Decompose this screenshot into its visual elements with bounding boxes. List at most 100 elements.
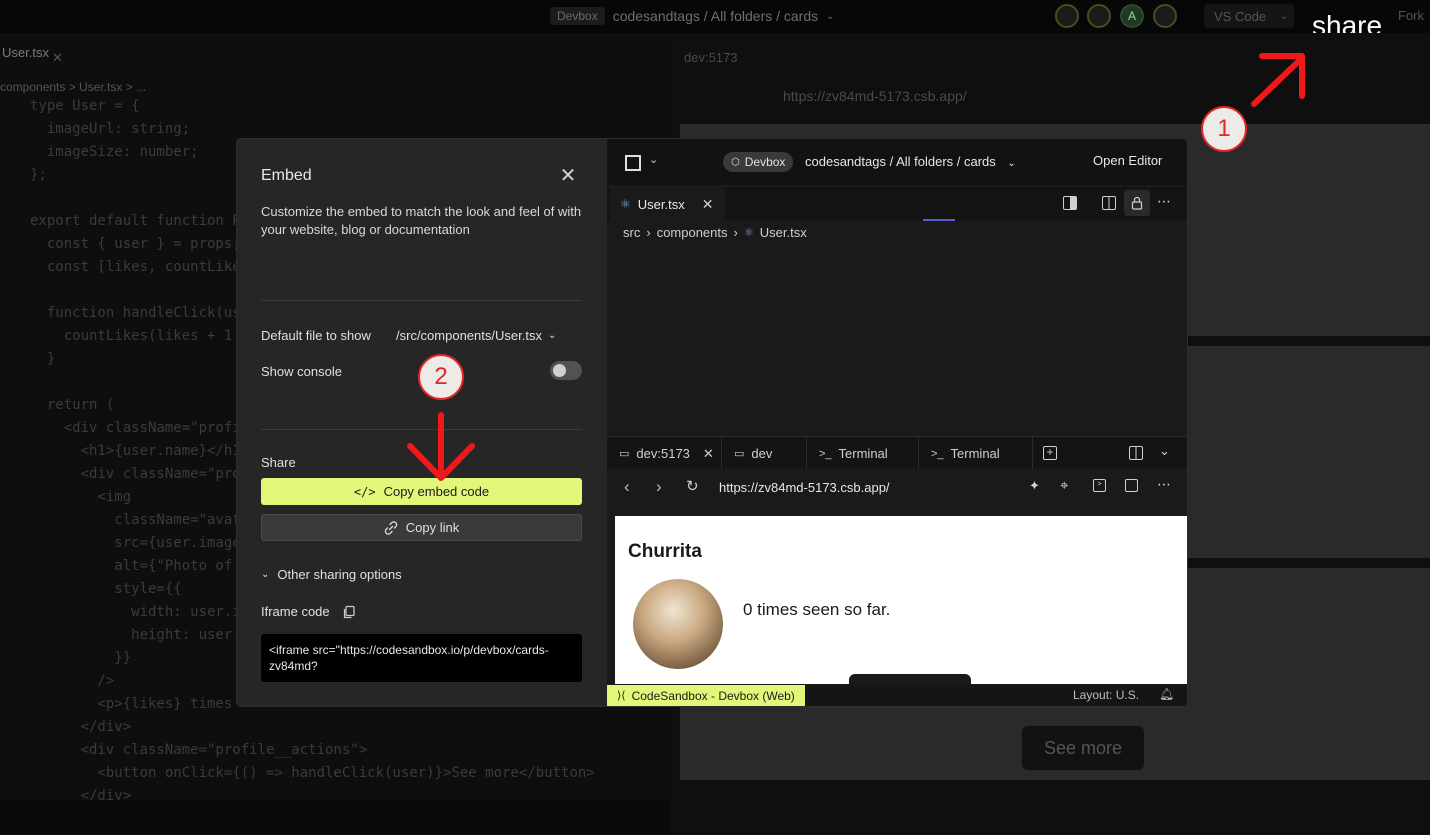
lock-icon	[1131, 196, 1143, 210]
background-breadcrumb: components > User.tsx > ...	[0, 80, 147, 94]
keyboard-layout[interactable]: Layout: U.S.	[1073, 688, 1139, 702]
cube-icon: ⬡	[731, 156, 740, 168]
preview-file-tab[interactable]: ⚛ User.tsx ✕	[610, 187, 725, 221]
crosshair-icon[interactable]: ⌖	[1060, 477, 1068, 494]
tab-dev[interactable]: ▭ dev	[722, 437, 807, 470]
vs-code-button[interactable]: VS Code ⌄	[1204, 4, 1294, 28]
avatar[interactable]	[1153, 4, 1177, 28]
embed-description: Customize the embed to match the look an…	[261, 204, 582, 237]
tab-label: dev	[751, 446, 773, 461]
split-editor-icon[interactable]	[1102, 196, 1116, 210]
vs-code-label: VS Code	[1214, 8, 1267, 24]
profile-photo	[633, 579, 723, 669]
show-console-toggle[interactable]	[550, 361, 582, 380]
project-path-text: codesandtags / All folders / cards	[805, 154, 996, 169]
breadcrumb-item[interactable]: components	[657, 225, 728, 240]
add-tab-icon[interactable]: +	[1043, 446, 1057, 460]
code-line: />	[30, 673, 115, 689]
lock-button[interactable]	[1124, 190, 1150, 216]
default-file-select[interactable]: /src/components/User.tsx ⌄	[396, 328, 556, 343]
background-see-more-button: See more	[1022, 726, 1144, 770]
code-line: <button onClick={() => handleClick(user)…	[30, 765, 595, 781]
forward-icon[interactable]: ›	[656, 477, 662, 497]
close-icon[interactable]: ✕	[703, 446, 714, 462]
chevron-down-icon[interactable]: ⌄	[826, 11, 834, 22]
fork-button[interactable]: Fork	[1398, 8, 1424, 23]
code-line: <div className="profile__actions">	[30, 742, 368, 758]
tab-terminal[interactable]: >_ Terminal	[807, 437, 919, 470]
chevron-down-icon[interactable]: ⌄	[1159, 443, 1170, 459]
iframe-code-box[interactable]: <iframe src="https://codesandbox.io/p/de…	[261, 634, 582, 682]
terminal-icon[interactable]: >	[1093, 479, 1106, 492]
active-indicator	[923, 219, 955, 221]
refresh-icon[interactable]: ↻	[686, 477, 699, 495]
split-panel-icon[interactable]	[1129, 446, 1143, 460]
breadcrumb-item[interactable]: User.tsx	[760, 225, 807, 240]
open-external-icon[interactable]	[1125, 479, 1138, 492]
chevron-down-icon[interactable]: ⌄	[1280, 11, 1288, 22]
other-sharing-options-label: Other sharing options	[277, 567, 402, 582]
iframe-code-header: Iframe code	[261, 604, 356, 619]
code-line: function handleClick(us	[30, 305, 241, 321]
code-line: src={user.image	[30, 535, 241, 551]
code-line: className="avat	[30, 512, 241, 528]
sidebar-toggle-icon[interactable]	[1063, 196, 1077, 210]
tab-dev-5173[interactable]: ▭ dev:5173 ✕	[607, 437, 722, 470]
preview-browser-content: Churrita 0 times seen so far.	[615, 516, 1187, 684]
devbox-badge: Devbox	[550, 7, 605, 25]
arrow-up-right-icon	[1251, 53, 1305, 107]
arrow-down-icon	[407, 412, 475, 481]
embed-modal: Embed ✕ Customize the embed to match the…	[237, 139, 1187, 706]
divider	[261, 300, 582, 301]
code-line: export default function P	[30, 213, 241, 229]
devbox-label: Devbox	[744, 155, 786, 169]
default-file-value: /src/components/User.tsx	[396, 328, 542, 343]
bell-icon[interactable]: 🔔︎	[1159, 687, 1174, 701]
sparkle-icon[interactable]: ✦	[1029, 478, 1040, 494]
react-icon: ⚛	[620, 197, 631, 211]
preview-project-path[interactable]: codesandtags / All folders / cards ⌄	[805, 154, 1016, 169]
share-section-label: Share	[261, 455, 296, 470]
default-file-label: Default file to show	[261, 328, 371, 343]
breadcrumb-item[interactable]: src	[623, 225, 640, 240]
browser-icon: ▭	[734, 448, 745, 460]
close-icon[interactable]: ✕	[559, 166, 577, 186]
avatar[interactable]	[1087, 4, 1111, 28]
profile-seen-count: 0 times seen so far.	[743, 600, 891, 619]
see-more-button[interactable]	[849, 674, 971, 684]
copy-embed-code-label: Copy embed code	[383, 484, 490, 499]
top-bar: Devbox codesandtags / All folders / card…	[0, 0, 1430, 33]
chevron-down-icon[interactable]: ⌄	[649, 153, 658, 166]
iframe-code-label: Iframe code	[261, 604, 330, 619]
preview-url-input[interactable]: https://zv84md-5173.csb.app/	[719, 480, 890, 495]
other-sharing-options-toggle[interactable]: ⌄ Other sharing options	[261, 567, 402, 582]
codesandbox-status-badge[interactable]: ⟩⟨ CodeSandbox - Devbox (Web)	[607, 685, 805, 706]
background-bottom-bar	[0, 800, 670, 835]
background-url: https://zv84md-5173.csb.app/	[783, 88, 967, 104]
toggle-knob	[553, 364, 566, 377]
more-icon[interactable]: ⋯	[1157, 193, 1171, 210]
embed-preview: ⌄ ⬡ Devbox codesandtags / All folders / …	[607, 139, 1187, 706]
project-path[interactable]: codesandtags / All folders / cards	[613, 8, 818, 24]
avatar[interactable]	[1055, 4, 1079, 28]
back-icon[interactable]: ‹	[624, 477, 630, 497]
code-line: width: user.i	[30, 604, 241, 620]
code-line: style={{	[30, 581, 182, 597]
link-icon	[384, 520, 397, 535]
code-line: countLikes(likes + 1	[30, 328, 233, 344]
chevron-down-icon: ⌄	[261, 569, 270, 580]
avatar[interactable]: A	[1120, 4, 1144, 28]
close-icon[interactable]: ✕	[702, 196, 714, 213]
copy-link-button[interactable]: Copy link	[261, 514, 582, 541]
preview-panel-tabbar: ▭ dev:5173 ✕ ▭ dev >_ Terminal >_ Termin…	[607, 436, 1187, 470]
tab-terminal[interactable]: >_ Terminal	[919, 437, 1033, 470]
terminal-icon: >_	[819, 447, 832, 460]
close-icon: ✕	[52, 50, 63, 65]
square-icon[interactable]	[625, 155, 641, 171]
more-icon[interactable]: ⋯	[1157, 476, 1171, 493]
preview-header: ⌄ ⬡ Devbox codesandtags / All folders / …	[607, 139, 1187, 185]
embed-title: Embed	[261, 167, 312, 184]
copy-icon[interactable]	[342, 605, 356, 619]
open-editor-button[interactable]: Open Editor	[1093, 153, 1162, 168]
code-line: <h1>{user.name}</h1	[30, 443, 241, 459]
